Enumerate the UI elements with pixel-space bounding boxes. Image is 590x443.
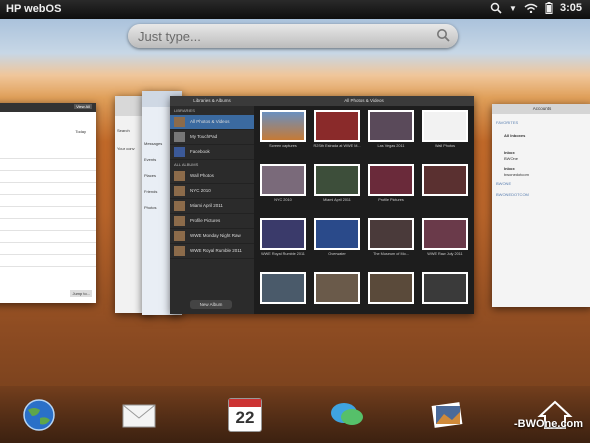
album-tile[interactable]: Profile Pictures — [366, 164, 416, 208]
account-label: BWONEDOTCOM — [496, 192, 529, 197]
album-tile[interactable]: Las Vegas 2011 — [366, 110, 416, 154]
status-bar: HP webOS ▼ 3:05 — [0, 0, 590, 19]
inbox-account: BWOne — [504, 156, 519, 161]
inbox-item[interactable]: Inbox — [504, 150, 515, 155]
search-field[interactable]: Search — [117, 128, 130, 133]
libraries-label: LIBRARIES — [174, 108, 195, 113]
search-icon[interactable] — [490, 2, 502, 14]
album-item[interactable]: WWE Monday Night Raw — [170, 229, 254, 244]
app-card-email[interactable]: Accounts FAVORITES All Inboxes Inbox BWO… — [492, 104, 590, 307]
app-card-calendar[interactable]: View All Today Jump to... — [0, 103, 96, 303]
library-all-photos[interactable]: All Photos & Videos — [170, 115, 254, 130]
album-thumb-icon — [174, 231, 185, 241]
search-icon — [437, 29, 450, 42]
album-tile[interactable] — [366, 272, 416, 314]
all-albums-label: ALL ALBUMS — [174, 162, 199, 167]
messaging-icon[interactable] — [328, 398, 366, 432]
library-facebook[interactable]: Facebook — [170, 145, 254, 160]
album-thumb-icon — [174, 216, 185, 226]
calendar-icon[interactable]: 22 — [228, 398, 262, 432]
today-label: Today — [75, 129, 86, 134]
album-tile[interactable]: NYC 2010 — [258, 164, 308, 208]
email-header: Accounts — [492, 104, 590, 114]
inbox-account: bwonedotcom — [504, 172, 529, 177]
album-tile[interactable] — [258, 272, 308, 314]
album-tile[interactable]: Miami April 2011 — [312, 164, 362, 208]
album-tile[interactable] — [420, 272, 470, 314]
libraries-header: Libraries & Albums — [170, 96, 254, 106]
album-thumb-icon — [174, 186, 185, 196]
search-input[interactable]: Just type... — [138, 29, 201, 44]
app-card-photos[interactable]: Libraries & Albums LIBRARIES All Photos … — [170, 96, 474, 314]
conversation-label: Your conv — [117, 146, 135, 151]
calendar-day: 22 — [235, 408, 255, 427]
album-tile[interactable]: WWE Royal Rumble 2011 — [258, 218, 308, 262]
inbox-item[interactable]: Inbox — [504, 166, 515, 171]
wifi-icon — [524, 3, 538, 13]
album-tile[interactable]: Wall Photos — [420, 110, 470, 154]
email-icon[interactable] — [120, 398, 158, 432]
album-item[interactable]: Wall Photos — [170, 169, 254, 184]
photo-thumb-icon — [174, 117, 185, 127]
universal-search[interactable]: Just type... — [128, 24, 458, 48]
all-inboxes-item[interactable]: All Inboxes — [504, 133, 525, 138]
touchpad-icon — [174, 132, 185, 142]
album-item[interactable]: Profile Pictures — [170, 214, 254, 229]
album-tile[interactable] — [420, 164, 470, 208]
album-thumb-icon — [174, 171, 185, 181]
photos-grid-panel: All Photos & Videos Screen captures R2St… — [254, 96, 474, 314]
clock[interactable]: 3:05 — [560, 2, 582, 14]
album-item[interactable]: WWE Royal Rumble 2011 — [170, 244, 254, 259]
library-touchpad[interactable]: My TouchPad — [170, 130, 254, 145]
album-tile[interactable]: Overwater — [312, 218, 362, 262]
globe-icon[interactable] — [20, 398, 58, 432]
album-tile[interactable]: The Museum of Mo... — [366, 218, 416, 262]
status-title[interactable]: HP webOS — [6, 3, 61, 15]
favorites-label: FAVORITES — [496, 120, 519, 125]
album-item[interactable]: NYC 2010 — [170, 184, 254, 199]
dock — [0, 386, 590, 443]
jump-to-button[interactable]: Jump to... — [70, 290, 92, 297]
libraries-panel: Libraries & Albums LIBRARIES All Photos … — [170, 96, 254, 314]
battery-icon — [545, 2, 553, 14]
watermark: -BWOne.com — [514, 418, 584, 430]
account-label: BWONE — [496, 181, 512, 186]
album-tile[interactable]: Screen captures — [258, 110, 308, 154]
album-item[interactable]: Miami April 2011 — [170, 199, 254, 214]
album-thumb-icon — [174, 201, 185, 211]
album-thumb-icon — [174, 246, 185, 256]
view-all-button[interactable]: View All — [74, 104, 92, 109]
album-tile[interactable] — [312, 272, 362, 314]
facebook-icon — [174, 147, 185, 157]
album-tile[interactable]: WWE Raw July 2011 — [420, 218, 470, 262]
chevron-down-icon[interactable]: ▼ — [509, 4, 517, 13]
photos-icon[interactable] — [428, 398, 466, 432]
album-tile[interactable]: R2Sth Estrada at WWE M... — [312, 110, 362, 154]
new-album-button[interactable]: New Album — [190, 300, 232, 309]
main-header: All Photos & Videos — [254, 96, 474, 106]
